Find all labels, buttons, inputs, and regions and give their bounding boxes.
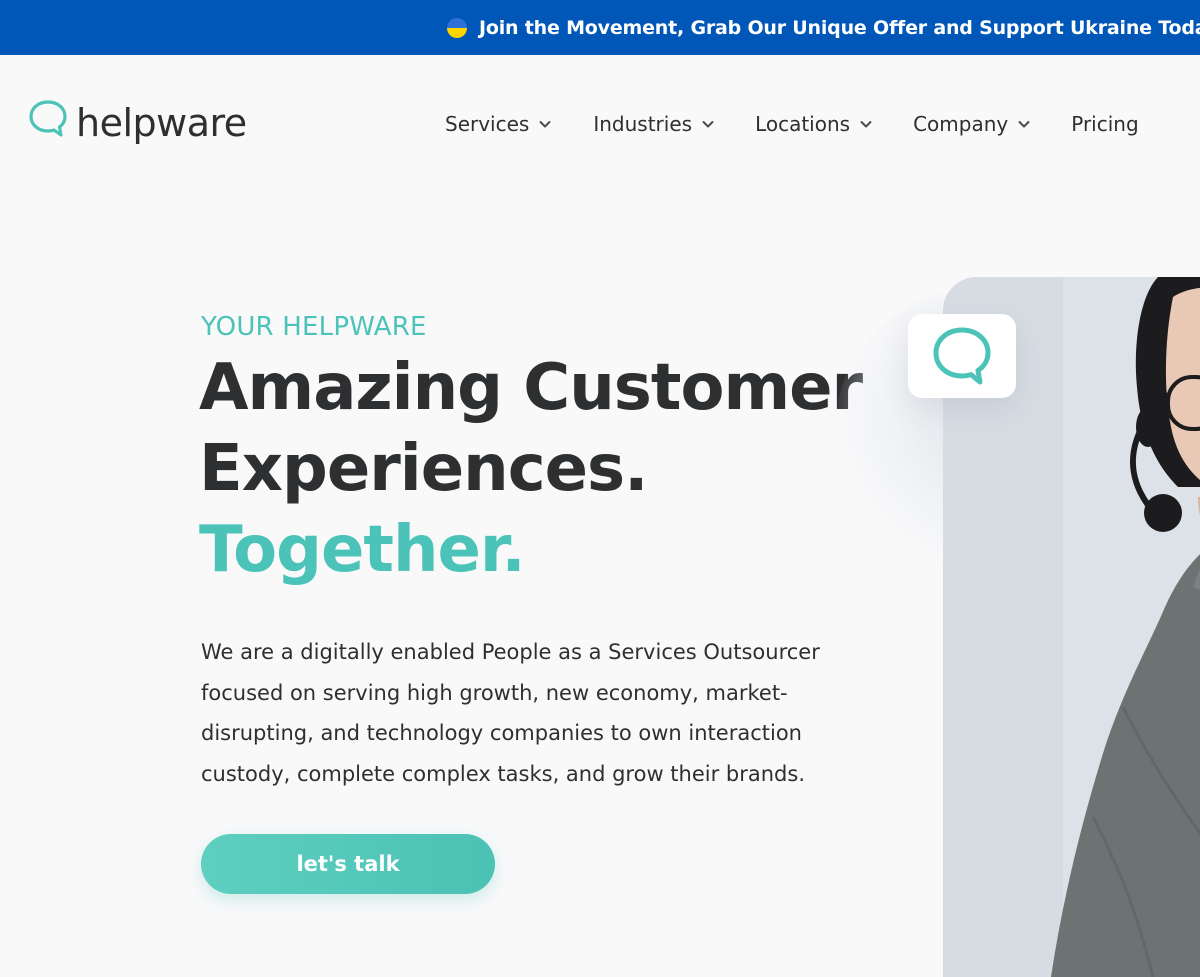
chevron-down-icon [1018, 121, 1030, 128]
nav-item-label: Pricing [1071, 112, 1139, 136]
hero-headline: Amazing Customer Experiences. Together. [199, 348, 863, 591]
chat-bubble-icon [29, 100, 67, 137]
nav-item-locations[interactable]: Locations [755, 112, 873, 136]
headline-line-2: Experiences. [199, 432, 648, 506]
chat-bubble-icon [933, 327, 991, 385]
announcement-bar[interactable]: Join the Movement, Grab Our Unique Offer… [0, 0, 1200, 55]
lets-talk-button[interactable]: let's talk [201, 834, 495, 894]
main-nav: Services Industries Locations Company Pr… [445, 112, 1139, 136]
headline-line-1: Amazing Customer [199, 351, 863, 425]
announcement-content: Join the Movement, Grab Our Unique Offer… [447, 0, 1200, 55]
logo-wordmark: helpware [76, 101, 247, 145]
ukraine-flag-icon [447, 17, 467, 38]
nav-item-industries[interactable]: Industries [593, 112, 715, 136]
hero-description: We are a digitally enabled People as a S… [201, 640, 820, 786]
nav-item-label: Industries [593, 112, 693, 136]
nav-item-label: Company [913, 112, 1009, 136]
nav-item-label: Services [445, 112, 530, 136]
nav-item-label: Locations [755, 112, 851, 136]
chat-bubble-badge [908, 314, 1016, 398]
site-logo[interactable]: helpware [28, 98, 247, 142]
chevron-down-icon [539, 121, 551, 128]
announcement-text[interactable]: Join the Movement, Grab Our Unique Offer… [479, 17, 1200, 39]
nav-item-services[interactable]: Services [445, 112, 552, 136]
chevron-down-icon [702, 121, 714, 128]
chevron-down-icon [860, 121, 872, 128]
nav-item-company[interactable]: Company [913, 112, 1031, 136]
nav-item-pricing[interactable]: Pricing [1071, 112, 1138, 136]
headline-accent: Together. [199, 513, 526, 587]
hero-eyebrow: YOUR HELPWARE [201, 312, 427, 342]
